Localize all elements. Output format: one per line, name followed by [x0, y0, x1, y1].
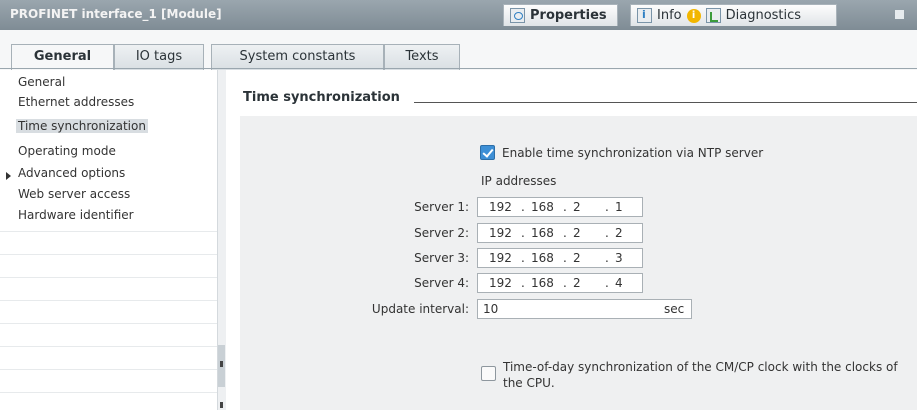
ip-dot: . [563, 251, 567, 265]
ip-dot: . [605, 226, 609, 240]
update-interval-unit: sec [664, 302, 685, 316]
nav-divider [0, 231, 217, 232]
ip-dot: . [521, 200, 525, 214]
ip-dot: . [521, 226, 525, 240]
settings-panel: Enable time synchronization via NTP serv… [240, 116, 917, 410]
ip-octet: 3 [615, 251, 623, 265]
tod-sync-label-line1: Time-of-day synchronization of the CM/CP… [503, 360, 898, 374]
ip-octet: 168 [531, 200, 554, 214]
server-1-label: Server 1: [414, 200, 469, 214]
server-2-label: Server 2: [414, 226, 469, 240]
ip-octet: 192 [489, 276, 512, 290]
properties-content: Time synchronization Enable time synchro… [226, 70, 917, 410]
ip-dot: . [605, 251, 609, 265]
ip-dot: . [605, 200, 609, 214]
tod-sync-checkbox[interactable] [481, 366, 496, 381]
subtab-general[interactable]: General [11, 44, 114, 71]
tab-info-label: Info [657, 8, 682, 23]
ip-dot: . [521, 251, 525, 265]
sidebar-item-time-synchronization[interactable]: Time synchronization [16, 119, 148, 133]
nav-divider [0, 323, 217, 324]
ip-octet: 192 [489, 200, 512, 214]
server-1-ip-field[interactable]: 192 . 168 . 2 . 1 [477, 197, 643, 217]
title-bar: PROFINET interface_1 [Module] Properties… [0, 0, 917, 30]
window-title: PROFINET interface_1 [Module] [10, 7, 222, 21]
sidebar-item-operating-mode[interactable]: Operating mode [18, 144, 116, 158]
ip-addresses-heading: IP addresses [481, 174, 557, 188]
ip-octet: 168 [531, 251, 554, 265]
tab-diagnostics-label[interactable]: Diagnostics [726, 8, 801, 23]
subtab-system-constants[interactable]: System constants [211, 44, 384, 70]
ip-octet: 2 [573, 251, 581, 265]
expand-arrow-icon[interactable] [6, 172, 11, 180]
nav-divider [0, 369, 217, 370]
ip-octet: 2 [573, 200, 581, 214]
server-4-ip-field[interactable]: 192 . 168 . 2 . 4 [477, 273, 643, 293]
section-title: Time synchronization [243, 90, 400, 105]
ip-dot: . [605, 276, 609, 290]
ip-dot: . [563, 276, 567, 290]
server-3-ip-field[interactable]: 192 . 168 . 2 . 3 [477, 248, 643, 268]
tod-sync-label-line2: the CPU. [503, 376, 555, 390]
tab-properties[interactable]: Properties [503, 4, 618, 26]
ip-octet: 2 [615, 226, 623, 240]
ip-dot: . [563, 226, 567, 240]
ip-octet: 168 [531, 226, 554, 240]
ip-octet: 192 [489, 251, 512, 265]
server-4-label: Server 4: [414, 276, 469, 290]
ip-octet: 192 [489, 226, 512, 240]
ip-dot: . [563, 200, 567, 214]
ip-octet: 168 [531, 276, 554, 290]
nav-divider [0, 392, 217, 393]
server-3-label: Server 3: [414, 251, 469, 265]
sidebar-item-advanced-options[interactable]: Advanced options [18, 166, 125, 180]
panel-corner-icon[interactable] [895, 10, 904, 19]
nav-divider [0, 254, 217, 255]
scrollbar-arrow-icon[interactable] [220, 402, 223, 408]
nav-divider [0, 277, 217, 278]
update-interval-label: Update interval: [371, 302, 469, 316]
ip-octet: 4 [615, 276, 623, 290]
sidebar-scrollbar[interactable] [217, 70, 226, 410]
properties-icon [510, 8, 525, 23]
subtab-divider [0, 68, 917, 69]
tab-properties-label: Properties [530, 8, 607, 23]
ip-dot: . [521, 276, 525, 290]
ip-octet: 2 [573, 226, 581, 240]
ip-octet: 1 [615, 200, 623, 214]
update-interval-field[interactable]: 10 sec [477, 299, 692, 319]
enable-ntp-checkbox[interactable] [480, 145, 495, 160]
sidebar-item-ethernet-addresses[interactable]: Ethernet addresses [18, 95, 134, 109]
sidebar-item-general[interactable]: General [18, 75, 65, 89]
subtab-texts[interactable]: Texts [384, 44, 460, 70]
server-2-ip-field[interactable]: 192 . 168 . 2 . 2 [477, 223, 643, 243]
sidebar-item-hardware-identifier[interactable]: Hardware identifier [18, 208, 134, 222]
scrollbar-grip [220, 361, 223, 367]
subtab-io-tags[interactable]: IO tags [114, 44, 204, 70]
ip-octet: 2 [573, 276, 581, 290]
subtab-bar: General IO tags System constants Texts [0, 30, 917, 71]
tab-info[interactable]: Info i Diagnostics [630, 4, 837, 26]
enable-ntp-label: Enable time synchronization via NTP serv… [502, 146, 764, 160]
section-divider [414, 102, 917, 103]
update-interval-value: 10 [483, 302, 499, 316]
info-icon [637, 8, 652, 23]
warning-badge-icon: i [686, 8, 701, 23]
nav-divider [0, 346, 217, 347]
sidebar-item-web-server-access[interactable]: Web server access [18, 187, 130, 201]
diagnostics-icon [705, 8, 721, 23]
nav-divider [0, 300, 217, 301]
